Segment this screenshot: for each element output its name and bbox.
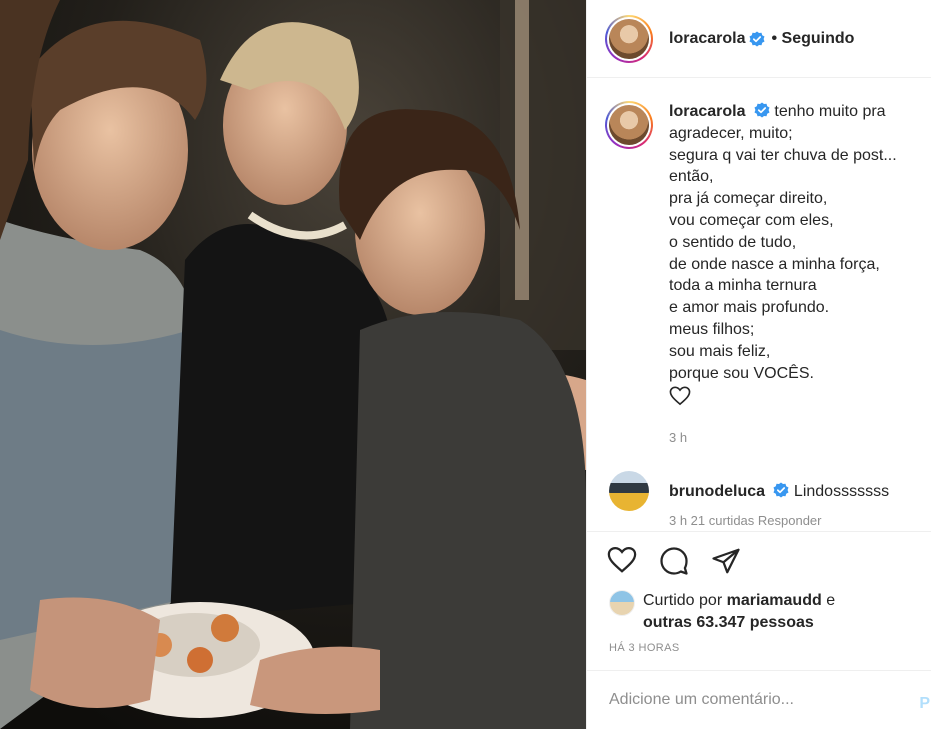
share-button[interactable] xyxy=(711,546,741,588)
comment-bubble-icon xyxy=(660,547,688,575)
caption-line: segura q vai ter chuva de post... xyxy=(669,146,897,164)
caption-first-line: tenho muito pra xyxy=(774,103,886,120)
comment-input[interactable] xyxy=(609,691,899,709)
commenter-avatar[interactable] xyxy=(609,470,649,511)
caption-line: porque sou VOCÊS. xyxy=(669,364,814,382)
liker-username[interactable]: mariamaudd xyxy=(727,592,822,609)
caption-timestamp[interactable]: 3 h xyxy=(669,427,897,449)
caption-line: de onde nasce a minha força, xyxy=(669,255,880,273)
caption-line: agradecer, muito; xyxy=(669,124,793,142)
liker-avatar[interactable] xyxy=(609,590,635,616)
author-avatar[interactable] xyxy=(605,14,653,63)
follow-status-button[interactable]: • Seguindo xyxy=(771,30,854,48)
comment-meta: 3 h 21 curtidas Responder xyxy=(669,512,822,528)
likes-conjunction: e xyxy=(826,592,836,609)
comment-button[interactable] xyxy=(659,546,689,588)
comment-item: brunodeluca Lindosssssss 3 h 21 curtidas… xyxy=(587,449,931,528)
post-actions: Curtido por mariamaudd e outras 63.347 p… xyxy=(587,531,931,676)
liked-by-prefix: Curtido por xyxy=(643,592,723,609)
likes-others-link[interactable]: outras 63.347 pessoas xyxy=(643,614,814,631)
heart-outline-icon xyxy=(669,386,691,406)
caption-line: e amor mais profundo. xyxy=(669,299,830,317)
caption-text: loracarola tenho muito pra agradecer, mu… xyxy=(669,101,897,449)
commenter-username[interactable]: brunodeluca xyxy=(669,483,765,500)
author-username[interactable]: loracarola xyxy=(669,30,745,48)
post-caption: loracarola tenho muito pra agradecer, mu… xyxy=(587,79,931,449)
caption-line: vou começar com eles, xyxy=(669,211,834,229)
verified-badge-icon xyxy=(754,102,770,118)
send-icon xyxy=(712,548,740,574)
caption-line: sou mais feliz, xyxy=(669,342,771,360)
post-comment-button[interactable]: P xyxy=(919,695,930,713)
caption-username[interactable]: loracarola xyxy=(669,103,745,120)
caption-author-avatar[interactable] xyxy=(605,101,653,149)
add-comment-bar: P xyxy=(587,670,931,729)
caption-line: o sentido de tudo, xyxy=(669,233,797,251)
heart-icon xyxy=(607,546,637,573)
likes-summary: Curtido por mariamaudd e outras 63.347 p… xyxy=(587,588,931,634)
verified-badge-icon xyxy=(773,482,789,498)
comments-section[interactable]: loracarola tenho muito pra agradecer, mu… xyxy=(587,79,931,530)
caption-line: então, xyxy=(669,168,714,186)
caption-line: toda a minha ternura xyxy=(669,277,817,295)
verified-badge-icon xyxy=(749,31,765,46)
caption-line: meus filhos; xyxy=(669,320,755,338)
post-details-panel: loracarola • Seguindo loracarola tenho m… xyxy=(586,0,931,729)
post-photo[interactable] xyxy=(0,0,586,729)
caption-line: pra já começar direito, xyxy=(669,190,828,208)
comment-text: Lindosssssss xyxy=(793,482,890,500)
photo-illustration xyxy=(0,0,586,729)
like-button[interactable] xyxy=(607,546,637,588)
post-header: loracarola • Seguindo xyxy=(587,0,931,78)
